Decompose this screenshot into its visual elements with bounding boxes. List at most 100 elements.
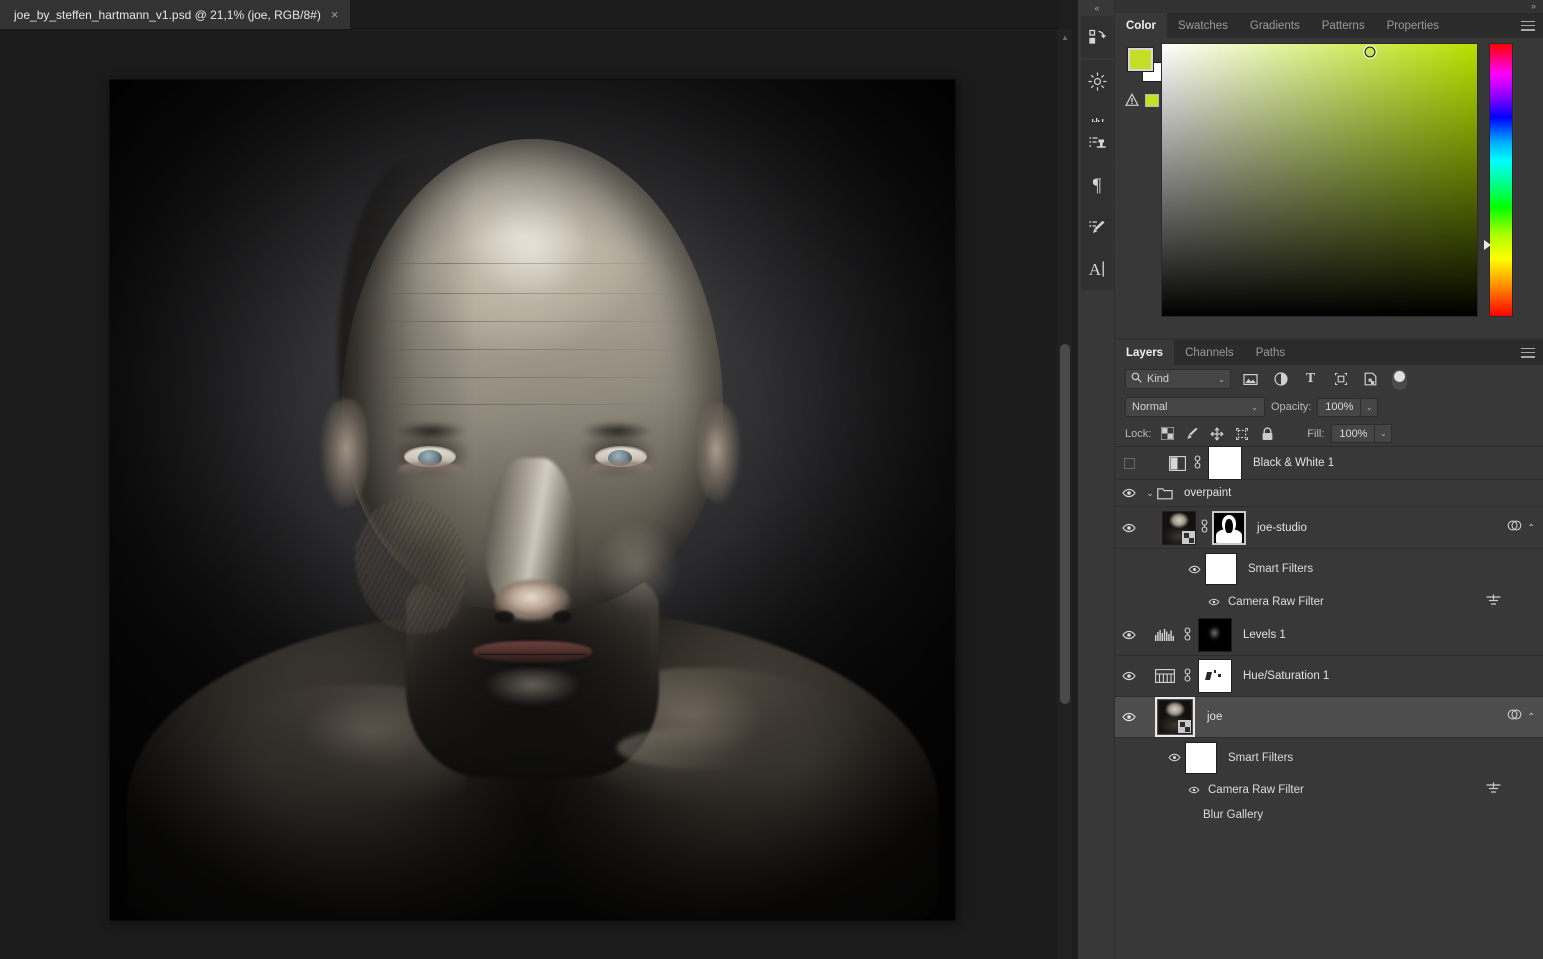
- lock-transparent-pixels-icon[interactable]: [1158, 425, 1176, 443]
- table-row[interactable]: Smart Filters: [1115, 549, 1543, 589]
- canvas-area[interactable]: [0, 29, 1056, 959]
- tab-swatches[interactable]: Swatches: [1167, 13, 1239, 38]
- hue-saturation-adjustment-icon[interactable]: [1151, 669, 1179, 683]
- foreground-background-swatches[interactable]: [1128, 48, 1164, 82]
- paragraph-panel-icon[interactable]: ¶: [1081, 164, 1113, 206]
- layer-filter-toggle-switch[interactable]: [1392, 369, 1407, 390]
- artboard-canvas[interactable]: [110, 80, 955, 920]
- layer-visibility-toggle-joe[interactable]: [1115, 712, 1143, 722]
- pixel-layers-filter-icon[interactable]: [1240, 369, 1261, 389]
- lock-all-icon[interactable]: [1258, 425, 1276, 443]
- smart-filter-name[interactable]: Camera Raw Filter: [1228, 596, 1324, 608]
- layer-row-right-controls[interactable]: ⌃: [1507, 518, 1535, 537]
- color-field-cursor[interactable]: [1364, 47, 1375, 58]
- smart-filters-visibility-toggle[interactable]: [1163, 753, 1185, 762]
- tab-layers[interactable]: Layers: [1115, 340, 1174, 365]
- layer-visibility-toggle-joe-studio[interactable]: [1115, 523, 1143, 533]
- color-panel-menu-icon[interactable]: [1521, 21, 1535, 31]
- camera-raw-filter-visibility-toggle[interactable]: [1185, 786, 1203, 794]
- table-row[interactable]: Camera Raw Filter: [1115, 777, 1543, 803]
- table-row[interactable]: Smart Filters: [1115, 738, 1543, 777]
- table-row[interactable]: Hue/Saturation 1: [1115, 656, 1543, 697]
- layer-name[interactable]: Hue/Saturation 1: [1243, 670, 1329, 682]
- layer-mask-thumbnail-levels[interactable]: [1198, 618, 1232, 652]
- foreground-color-swatch[interactable]: [1128, 48, 1153, 71]
- layer-row-right-controls[interactable]: ⌃: [1507, 708, 1535, 727]
- group-expand-chevron-icon[interactable]: ⌄: [1143, 488, 1157, 499]
- layer-visibility-toggle-huesat[interactable]: [1115, 671, 1143, 681]
- opacity-stepper-chevron-icon[interactable]: ⌄: [1361, 398, 1378, 417]
- tab-properties[interactable]: Properties: [1376, 13, 1450, 38]
- scrollbar-thumb[interactable]: [1060, 344, 1070, 704]
- layer-effects-icon[interactable]: [1507, 518, 1522, 537]
- smart-filters-mask-thumbnail[interactable]: [1185, 742, 1217, 774]
- layer-kind-filter-select[interactable]: Kind ⌄: [1125, 369, 1231, 389]
- tab-gradients[interactable]: Gradients: [1239, 13, 1311, 38]
- collapse-effects-chevron-icon[interactable]: ⌃: [1527, 522, 1535, 533]
- brush-settings-panel-icon[interactable]: [1081, 206, 1113, 248]
- smart-filter-name[interactable]: Camera Raw Filter: [1208, 784, 1304, 796]
- chevron-down-icon[interactable]: ⌄: [1251, 403, 1258, 412]
- type-layers-filter-icon[interactable]: T: [1300, 369, 1321, 389]
- black-and-white-adjustment-icon[interactable]: [1165, 456, 1189, 471]
- fill-stepper-chevron-icon[interactable]: ⌄: [1375, 424, 1392, 443]
- color-field-picker[interactable]: [1162, 44, 1477, 316]
- levels-adjustment-icon[interactable]: [1151, 628, 1179, 642]
- tab-paths[interactable]: Paths: [1245, 340, 1296, 365]
- actions-panel-icon[interactable]: [1081, 122, 1113, 164]
- lock-position-icon[interactable]: [1208, 425, 1226, 443]
- gamut-alternate-swatch[interactable]: [1145, 94, 1159, 107]
- layer-name[interactable]: overpaint: [1184, 487, 1231, 499]
- lock-image-pixels-icon[interactable]: [1183, 425, 1201, 443]
- layer-thumbnail-joe[interactable]: [1158, 700, 1192, 734]
- layer-list[interactable]: Black & White 1 ⌄: [1115, 447, 1543, 877]
- table-row[interactable]: Levels 1: [1115, 615, 1543, 656]
- layer-name[interactable]: joe: [1207, 711, 1222, 723]
- chevron-down-icon[interactable]: ⌄: [1218, 375, 1225, 384]
- lock-artboard-nesting-icon[interactable]: [1233, 425, 1251, 443]
- tab-channels[interactable]: Channels: [1174, 340, 1245, 365]
- layer-visibility-toggle-levels[interactable]: [1115, 630, 1143, 640]
- tab-color[interactable]: Color: [1115, 13, 1167, 38]
- shape-layers-filter-icon[interactable]: [1330, 369, 1351, 389]
- document-tab-joe[interactable]: joe_by_steffen_hartmann_v1.psd @ 21,1% (…: [0, 0, 351, 29]
- adjustment-layers-filter-icon[interactable]: [1270, 369, 1291, 389]
- layer-thumbnail-joe-studio[interactable]: [1162, 511, 1196, 545]
- history-panel-icon[interactable]: [1081, 16, 1113, 58]
- layer-mask-link-icon[interactable]: [1196, 519, 1212, 536]
- layer-visibility-toggle-overpaint[interactable]: [1115, 488, 1143, 498]
- table-row[interactable]: Camera Raw Filter: [1115, 589, 1543, 615]
- filter-blending-options-icon[interactable]: [1486, 782, 1501, 798]
- filter-blending-options-icon[interactable]: [1486, 594, 1501, 610]
- table-row[interactable]: joe ⌃: [1115, 697, 1543, 738]
- scroll-up-arrow-icon[interactable]: ▲: [1058, 29, 1072, 45]
- adjustments-panel-icon[interactable]: [1081, 60, 1113, 102]
- expand-dock-chevron-icon[interactable]: »: [1531, 1, 1535, 11]
- smart-filters-mask-thumbnail[interactable]: [1205, 553, 1237, 585]
- out-of-gamut-warning-icon[interactable]: [1125, 93, 1139, 107]
- layer-name[interactable]: Black & White 1: [1253, 457, 1334, 469]
- smart-filters-label[interactable]: Smart Filters: [1228, 752, 1293, 764]
- layer-mask-link-icon[interactable]: [1189, 455, 1205, 472]
- layer-mask-link-icon[interactable]: [1179, 627, 1195, 644]
- table-row[interactable]: Blur Gallery: [1115, 803, 1543, 827]
- table-row[interactable]: ⌄ overpaint: [1115, 480, 1543, 507]
- table-row[interactable]: Black & White 1: [1115, 447, 1543, 480]
- layer-name[interactable]: Levels 1: [1243, 629, 1286, 641]
- fill-input[interactable]: 100%: [1331, 424, 1375, 443]
- camera-raw-filter-visibility-toggle[interactable]: [1205, 598, 1223, 606]
- layer-mask-thumbnail[interactable]: [1208, 446, 1242, 480]
- opacity-input[interactable]: 100%: [1317, 398, 1361, 417]
- table-row[interactable]: joe-studio ⌃: [1115, 507, 1543, 549]
- layer-mask-link-icon[interactable]: [1179, 668, 1195, 685]
- layers-panel-menu-icon[interactable]: [1521, 348, 1535, 358]
- smart-filters-visibility-toggle[interactable]: [1183, 565, 1205, 574]
- layer-name[interactable]: joe-studio: [1257, 522, 1307, 534]
- character-panel-icon[interactable]: A|: [1081, 248, 1113, 290]
- smart-object-filter-icon[interactable]: [1360, 369, 1381, 389]
- hue-slider-marker[interactable]: [1484, 240, 1491, 250]
- blend-mode-select[interactable]: Normal ⌄: [1125, 397, 1265, 417]
- collapse-effects-chevron-icon[interactable]: ⌃: [1527, 712, 1535, 723]
- layer-mask-thumbnail-huesat[interactable]: [1198, 659, 1232, 693]
- layer-effects-icon[interactable]: [1507, 708, 1522, 727]
